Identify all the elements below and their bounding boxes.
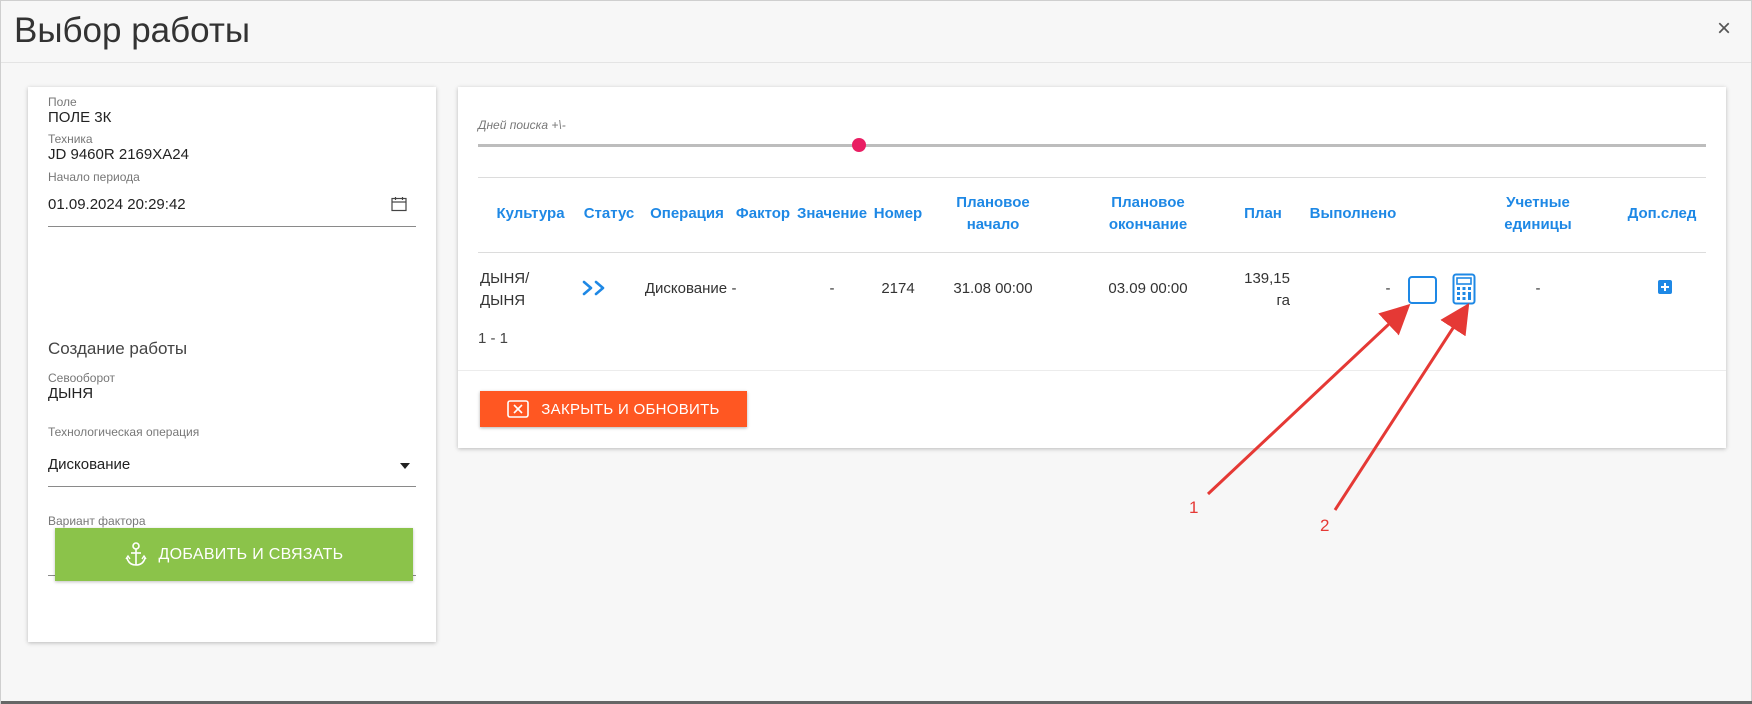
annotation-label-1: 1 [1189,498,1199,517]
annotation-label-2: 2 [1320,516,1330,535]
annotation-overlay [1206,302,1470,511]
annotation-arrow-2 [1333,302,1470,511]
work-selection-dialog: Выбор работы × Поле ПОЛЕ 3К Техника JD 9… [0,0,1752,704]
annotation-arrow-1 [1206,303,1411,496]
